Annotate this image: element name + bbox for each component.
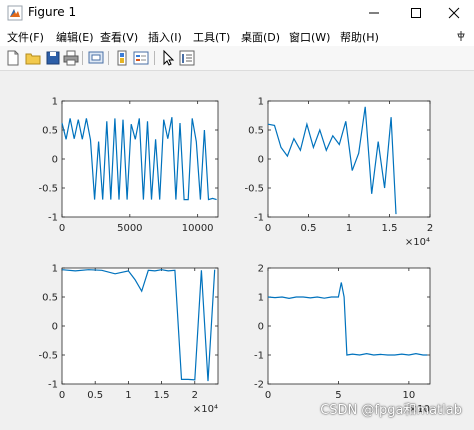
y-tick-label: -0.5	[38, 351, 58, 362]
menu-tools[interactable]: 工具(T)	[193, 29, 230, 45]
x-tick-label: 0	[265, 390, 271, 401]
menu-file[interactable]: 文件(F)	[7, 29, 44, 45]
y-tick-label: -1	[48, 213, 58, 224]
y-tick-label: 0	[258, 322, 264, 333]
link-plot-icon	[88, 51, 104, 64]
menu-edit[interactable]: 编辑(E)	[56, 29, 94, 45]
y-tick-label: -0.5	[244, 184, 264, 195]
select-arrow-icon	[163, 49, 175, 66]
y-tick-label: -1	[48, 380, 58, 391]
y-tick-label: 0.5	[248, 126, 264, 137]
toolbar-separator	[108, 51, 109, 65]
x-tick-label: 1	[125, 390, 131, 401]
x-exponent-label: ×10⁴	[193, 404, 218, 415]
insert-colorbar-icon	[117, 50, 127, 66]
insert-colorbar-button[interactable]	[113, 49, 131, 67]
menu-desktop[interactable]: 桌面(D)	[241, 29, 280, 45]
dock-pin-icon[interactable]	[456, 30, 466, 42]
edit-plot-button[interactable]	[159, 49, 177, 67]
save-icon	[46, 51, 60, 65]
y-tick-label: 1	[258, 97, 264, 108]
insert-legend-button[interactable]	[132, 49, 150, 67]
axes-2-box	[267, 100, 431, 218]
x-tick-label: 0	[59, 223, 65, 234]
figure-toolbar	[0, 46, 474, 71]
menu-window[interactable]: 窗口(W)	[289, 29, 330, 45]
minimize-icon	[369, 12, 379, 14]
property-inspector-button[interactable]	[178, 49, 196, 67]
figure-canvas: 0 5000 10000 -1 -0.5 0 0.5 1 0 0.5 1 1.5 2 -1 -0.5 0 0.5…	[0, 71, 474, 426]
watermark-text: CSDN @fpga和matlab	[320, 403, 462, 418]
save-button[interactable]	[44, 49, 62, 67]
title-bar: Figure 1	[0, 0, 474, 27]
x-tick-label: 1	[346, 223, 352, 234]
y-tick-label: -0.5	[38, 184, 58, 195]
property-inspector-icon	[179, 50, 195, 66]
minimize-button[interactable]	[354, 0, 394, 26]
x-tick-label: 2	[192, 390, 198, 401]
link-plot-button[interactable]	[87, 49, 105, 67]
x-exponent-label: ×10⁴	[405, 237, 430, 248]
menu-bar: 文件(F) 编辑(E) 查看(V) 插入(I) 工具(T) 桌面(D) 窗口(W…	[0, 26, 474, 46]
x-tick-label: 2	[427, 223, 433, 234]
close-button[interactable]	[434, 0, 474, 26]
maximize-button[interactable]	[396, 0, 436, 26]
subplots-svg: 0 5000 10000-1-0.500.510 0.5 1 1.5 2-1-0.500.5…	[38, 97, 433, 416]
new-figure-button[interactable]	[4, 49, 22, 67]
window-title: Figure 1	[28, 5, 77, 19]
y-tick-label: 0.5	[42, 126, 58, 137]
y-tick-label: -2	[254, 380, 264, 391]
print-button[interactable]	[62, 49, 80, 67]
print-icon	[63, 50, 79, 66]
x-tick-label: 0	[59, 390, 65, 401]
y-tick-label: -1	[254, 351, 264, 362]
x-tick-label: 5000	[117, 223, 142, 234]
x-tick-label: 1.5	[154, 390, 170, 401]
menu-view[interactable]: 查看(V)	[100, 29, 138, 45]
x-tick-label: 0.5	[301, 223, 317, 234]
close-icon	[448, 7, 460, 19]
y-tick-label: 0	[258, 155, 264, 166]
menu-insert[interactable]: 插入(I)	[148, 29, 182, 45]
y-tick-label: 1	[52, 97, 58, 108]
toolbar-separator	[82, 51, 83, 65]
y-tick-label: 1	[52, 264, 58, 275]
y-tick-label: 1	[258, 293, 264, 304]
axes-4-box	[267, 267, 431, 385]
y-tick-label: 2	[258, 264, 264, 275]
matlab-figure-icon	[7, 5, 23, 21]
y-tick-label: 0.5	[42, 293, 58, 304]
y-tick-label: 0	[52, 322, 58, 333]
x-tick-label: 0	[265, 223, 271, 234]
insert-legend-icon	[133, 51, 149, 65]
x-tick-label: 1.5	[382, 223, 398, 234]
menu-help[interactable]: 帮助(H)	[340, 29, 379, 45]
y-tick-label: -1	[254, 213, 264, 224]
axes-1-box	[61, 100, 219, 218]
new-figure-icon	[7, 50, 19, 66]
open-file-icon	[25, 53, 41, 65]
x-tick-label: 0.5	[87, 390, 103, 401]
x-tick-label: 10000	[182, 223, 214, 234]
open-file-button[interactable]	[24, 49, 42, 67]
toolbar-separator	[154, 51, 155, 65]
maximize-icon	[411, 8, 421, 18]
y-tick-label: 0	[52, 155, 58, 166]
axes-3-box	[61, 267, 219, 385]
